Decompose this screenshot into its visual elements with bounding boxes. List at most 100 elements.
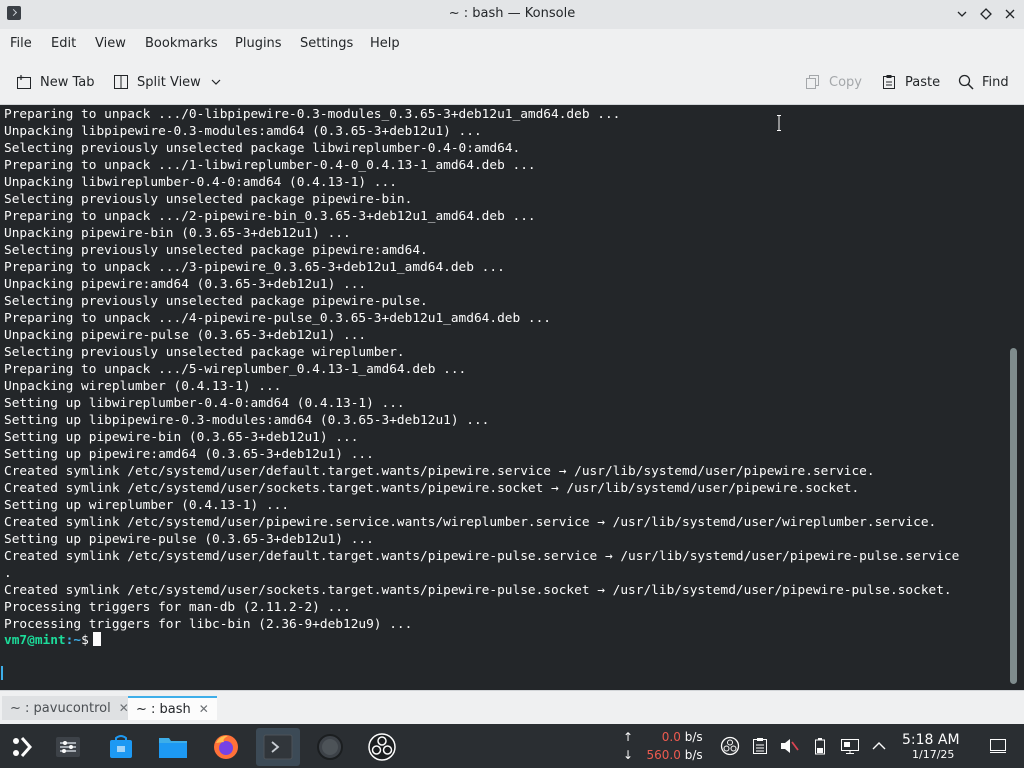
prompt-symbol: $ — [81, 633, 89, 648]
terminal-output[interactable]: Processing triggers for libc-bin (2.36-9… — [0, 105, 1024, 690]
show-desktop-icon[interactable] — [988, 736, 1008, 756]
menu-bar: File Edit View Bookmarks Plugins Setting… — [0, 29, 1024, 59]
net-upload: ↑ 0.0 b/s — [623, 730, 703, 744]
menu-bookmarks[interactable]: Bookmarks — [145, 36, 218, 51]
battery-icon[interactable] — [810, 736, 830, 756]
menu-plugins[interactable]: Plugins — [235, 36, 282, 51]
obs-tray-icon[interactable] — [720, 736, 740, 756]
window-title: ~ : bash — Konsole — [448, 6, 576, 21]
mouse-ibeam-icon — [777, 115, 781, 131]
terminal-line: Selecting previously unselected package … — [4, 192, 413, 207]
paste-label: Paste — [905, 74, 941, 90]
terminal-line: Unpacking pipewire-pulse (0.3.65-3+deb12… — [4, 328, 367, 343]
terminal-line: Unpacking wireplumber (0.4.13-1) ... — [4, 379, 282, 394]
terminal-line: Created symlink /etc/systemd/user/defaul… — [4, 464, 875, 479]
terminal-line: Processing triggers for man-db (2.11.2-2… — [4, 600, 351, 615]
terminal-line: Selecting previously unselected package … — [4, 294, 428, 309]
menu-settings[interactable]: Settings — [300, 36, 353, 51]
upload-rate: 0.0 — [661, 730, 681, 744]
copy-button[interactable]: Copy — [805, 71, 862, 93]
paste-button[interactable]: Paste — [881, 71, 940, 93]
terminal-line: Created symlink /etc/systemd/user/socket… — [4, 583, 952, 598]
copy-icon — [806, 75, 819, 89]
terminal-prompt-line: vm7@mint:~$ — [4, 632, 101, 649]
terminal-line: Unpacking libpipewire-0.3-modules:amd64 … — [4, 124, 482, 139]
search-icon — [958, 74, 974, 90]
upload-arrow-icon: ↑ — [623, 730, 634, 744]
find-label: Find — [982, 74, 1009, 90]
terminal-line: Preparing to unpack .../0-libpipewire-0.… — [4, 107, 621, 122]
text-cursor — [92, 632, 101, 646]
clipboard-icon[interactable] — [750, 736, 770, 756]
find-button[interactable]: Find — [958, 71, 1009, 93]
terminal-line: . — [4, 566, 12, 581]
tab-label: ~ : pavucontrol — [10, 700, 111, 716]
terminal-line: Setting up pipewire:amd64 (0.3.65-3+deb1… — [4, 447, 374, 462]
terminal-line: Unpacking pipewire:amd64 (0.3.65-3+deb12… — [4, 277, 367, 292]
menu-view[interactable]: View — [95, 36, 126, 51]
new-tab-button[interactable]: New Tab — [16, 71, 95, 93]
menu-file[interactable]: File — [10, 36, 32, 51]
terminal-line: Setting up pipewire-pulse (0.3.65-3+deb1… — [4, 532, 374, 547]
terminal-line: Setting up pipewire-bin (0.3.65-3+deb12u… — [4, 430, 359, 445]
chevron-up-icon[interactable] — [869, 736, 889, 756]
terminal-line: Selecting previously unselected package … — [4, 243, 428, 258]
split-view-icon — [114, 75, 128, 89]
terminal-line: Setting up wireplumber (0.4.13-1) ... — [4, 498, 290, 513]
new-tab-label: New Tab — [40, 74, 95, 90]
tab-pavucontrol[interactable]: ~ : pavucontrol ✕ — [2, 696, 137, 720]
menu-help[interactable]: Help — [370, 36, 400, 51]
terminal-line: Preparing to unpack .../4-pipewire-pulse… — [4, 311, 552, 326]
copy-label: Copy — [829, 74, 862, 90]
firefox-icon[interactable] — [204, 728, 248, 766]
minimize-icon[interactable] — [953, 5, 971, 23]
tab-label: ~ : bash — [136, 701, 191, 717]
system-settings-icon[interactable] — [46, 728, 90, 766]
terminal-scrollbar[interactable] — [1010, 348, 1017, 684]
tab-bar: ~ : pavucontrol ✕ ~ : bash ✕ — [0, 690, 1024, 725]
terminal-line: Preparing to unpack .../3-pipewire_0.3.6… — [4, 260, 505, 275]
terminal-line: Unpacking libwireplumber-0.4-0:amd64 (0.… — [4, 175, 397, 190]
terminal-line: Unpacking pipewire-bin (0.3.65-3+deb12u1… — [4, 226, 351, 241]
new-tab-icon — [17, 75, 31, 89]
app-launcher-icon[interactable] — [0, 728, 44, 766]
split-view-button[interactable]: Split View — [113, 71, 221, 93]
close-tab-icon[interactable]: ✕ — [199, 702, 209, 716]
split-view-label: Split View — [137, 74, 201, 90]
network-wired-icon[interactable] — [840, 736, 860, 756]
prompt-path: :~ — [65, 633, 82, 648]
obs-studio-icon[interactable] — [360, 728, 404, 766]
terminal-line: Selecting previously unselected package … — [4, 141, 521, 156]
tab-bash[interactable]: ~ : bash ✕ — [128, 696, 217, 720]
prompt-user: vm7@mint — [4, 633, 66, 648]
upload-unit: b/s — [684, 730, 703, 744]
menu-edit[interactable]: Edit — [51, 36, 76, 51]
download-unit: b/s — [684, 748, 703, 762]
terminal-line: Processing triggers for libc-bin (2.36-9… — [4, 617, 413, 632]
terminal-line: Preparing to unpack .../2-pipewire-bin_0… — [4, 209, 536, 224]
terminal-line: Created symlink /etc/systemd/user/socket… — [4, 481, 860, 496]
close-icon[interactable] — [1001, 5, 1019, 23]
konsole-icon[interactable] — [256, 728, 300, 766]
download-rate: 560.0 — [646, 748, 681, 762]
terminal-line: Preparing to unpack .../5-wireplumber_0.… — [4, 362, 467, 377]
volume-muted-icon[interactable] — [779, 736, 799, 756]
terminal-line: Created symlink /etc/systemd/user/pipewi… — [4, 515, 937, 530]
window-titlebar: ~ : bash — Konsole — [0, 0, 1024, 29]
paste-icon — [883, 75, 895, 89]
chevron-down-icon — [211, 79, 221, 85]
focus-indicator — [1, 666, 3, 680]
discover-store-icon[interactable] — [99, 728, 143, 766]
clock-time[interactable]: 5:18 AM — [902, 732, 960, 748]
download-arrow-icon: ↓ — [623, 748, 634, 762]
net-download: ↓ 560.0 b/s — [623, 748, 703, 762]
terminal-line: Preparing to unpack .../1-libwireplumber… — [4, 158, 536, 173]
terminal-line: Setting up libpipewire-0.3-modules:amd64… — [4, 413, 490, 428]
clock-date[interactable]: 1/17/25 — [912, 748, 954, 761]
terminal-line: Setting up libwireplumber-0.4-0:amd64 (0… — [4, 396, 405, 411]
maximize-icon[interactable] — [977, 5, 995, 23]
app-circle-icon[interactable] — [308, 728, 352, 766]
terminal-line: Selecting previously unselected package … — [4, 345, 405, 360]
file-manager-icon[interactable] — [151, 728, 195, 766]
terminal-line: Created symlink /etc/systemd/user/defaul… — [4, 549, 960, 564]
